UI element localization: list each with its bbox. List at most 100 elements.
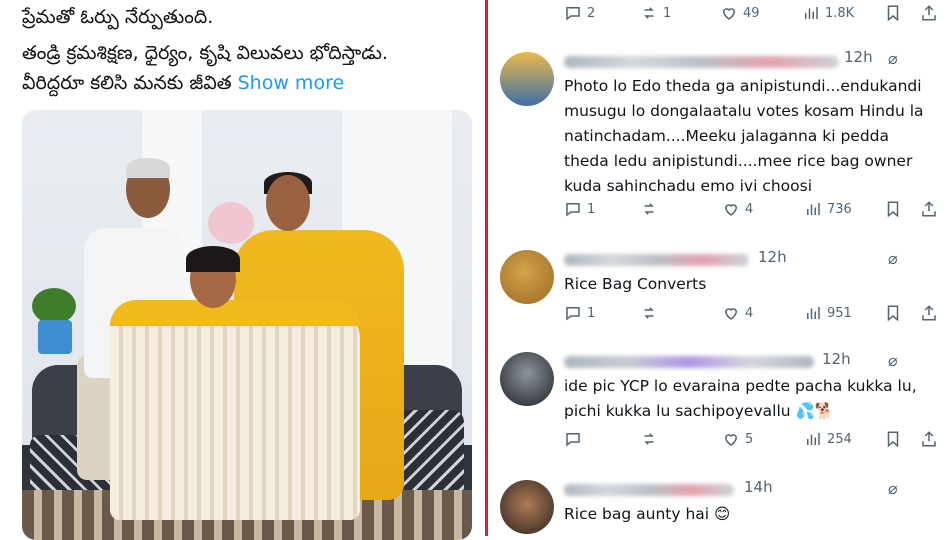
bookmark-button[interactable]: [884, 200, 902, 218]
share-upload-icon: [920, 304, 938, 322]
toy-doll: [208, 202, 254, 244]
grok-slash-circle-icon[interactable]: ⌀: [888, 351, 898, 370]
speech-bubble-icon: [564, 430, 582, 448]
reply-3[interactable]: 12h ⌀ ide pic YCP lo evaraina pedte pach…: [490, 350, 947, 468]
repost-arrows-icon: [640, 4, 658, 22]
views-button[interactable]: 1.8K: [802, 4, 854, 22]
views-button[interactable]: 951: [804, 304, 852, 322]
post-actions: 2 1 49 1.8K: [490, 4, 947, 28]
avatar[interactable]: [500, 250, 554, 304]
speech-bubble-icon: [564, 304, 582, 322]
views-count: 254: [827, 431, 852, 447]
plant-pot: [38, 320, 72, 354]
bookmark-icon: [884, 430, 902, 448]
saree-border: [110, 300, 360, 326]
repost-arrows-icon: [640, 200, 658, 218]
views-count: 736: [827, 201, 852, 217]
speech-bubble-icon: [564, 4, 582, 22]
reply-time: 12h: [758, 248, 787, 266]
post-text-line-3-content: వీరిద్దరూ కలిసి మనకు జీవిత: [22, 72, 232, 94]
heart-icon: [722, 304, 740, 322]
woman-in-striped-saree: [110, 300, 360, 520]
blurred-username: [564, 484, 734, 496]
repost-arrows-icon: [640, 304, 658, 322]
woman-head: [266, 175, 310, 231]
repost-button[interactable]: [640, 430, 658, 448]
grok-slash-circle-icon[interactable]: ⌀: [888, 49, 898, 68]
bar-chart-icon: [804, 430, 822, 448]
share-upload-icon: [920, 4, 938, 22]
man-hair: [126, 158, 170, 178]
original-post: ప్రేమతో ఓర్పు నేర్పుతుంది. తండ్రి క్రమశి…: [0, 0, 484, 540]
avatar[interactable]: [500, 480, 554, 534]
share-upload-icon: [920, 430, 938, 448]
post-text-line-2: తండ్రి క్రమశిక్షణ, ధైర్యం, కృషి విలువలు …: [22, 42, 388, 64]
blurred-username: [564, 56, 839, 68]
heart-icon: [722, 430, 740, 448]
reply-actions: 1 4 736: [490, 200, 947, 224]
grok-slash-circle-icon[interactable]: ⌀: [888, 249, 898, 268]
reply-actions: 5 254: [490, 430, 947, 454]
reply-count: 1: [587, 305, 596, 321]
reply-time: 14h: [744, 478, 773, 496]
like-count: 4: [745, 305, 754, 321]
like-button[interactable]: 49: [720, 4, 760, 22]
red-divider: [485, 0, 488, 536]
reply-count: 1: [587, 201, 596, 217]
reply-button[interactable]: [564, 430, 582, 448]
views-button[interactable]: 254: [804, 430, 852, 448]
woman-hair: [186, 246, 240, 272]
post-text-line-3: వీరిద్దరూ కలిసి మనకు జీవిత Show more: [22, 68, 344, 98]
heart-icon: [722, 200, 740, 218]
blurred-username: [564, 254, 749, 266]
reply-button[interactable]: 1: [564, 200, 595, 218]
speech-bubble-icon: [564, 200, 582, 218]
views-count: 1.8K: [825, 5, 855, 21]
repost-arrows-icon: [640, 430, 658, 448]
repost-button[interactable]: 1: [640, 4, 671, 22]
repost-button[interactable]: [640, 304, 658, 322]
repost-count: 1: [663, 5, 672, 21]
replies-panel: 2 1 49 1.8K 12h ⌀ Photo lo Edo theda ga …: [490, 0, 947, 536]
reply-button[interactable]: 1: [564, 304, 595, 322]
like-count: 5: [745, 431, 754, 447]
reply-text: Photo lo Edo theda ga anipistundi...endu…: [564, 77, 924, 195]
grok-slash-circle-icon[interactable]: ⌀: [888, 479, 898, 498]
share-upload-icon: [920, 200, 938, 218]
bookmark-icon: [884, 200, 902, 218]
reply-text: ide pic YCP lo evaraina pedte pacha kukk…: [564, 377, 917, 420]
like-count: 49: [743, 5, 760, 21]
like-button[interactable]: 4: [722, 200, 753, 218]
blurred-username: [564, 356, 814, 368]
bar-chart-icon: [804, 200, 822, 218]
reply-4[interactable]: 14h ⌀ Rice bag aunty hai 😊: [490, 478, 947, 536]
reply-1[interactable]: 12h ⌀ Photo lo Edo theda ga anipistundi.…: [490, 48, 947, 238]
share-button[interactable]: [920, 4, 938, 22]
bookmark-icon: [884, 304, 902, 322]
reply-time: 12h: [822, 350, 851, 368]
bookmark-button[interactable]: [884, 304, 902, 322]
share-button[interactable]: [920, 430, 938, 448]
bookmark-button[interactable]: [884, 430, 902, 448]
reply-time: 12h: [844, 48, 873, 66]
share-button[interactable]: [920, 304, 938, 322]
repost-button[interactable]: [640, 200, 658, 218]
bookmark-button[interactable]: [884, 4, 902, 22]
like-button[interactable]: 4: [722, 304, 753, 322]
reply-text: Rice bag aunty hai 😊: [564, 505, 731, 523]
views-count: 951: [827, 305, 852, 321]
reply-button[interactable]: 2: [564, 4, 595, 22]
reply-count: 2: [587, 5, 596, 21]
post-photo[interactable]: [22, 110, 472, 540]
avatar[interactable]: [500, 352, 554, 406]
like-count: 4: [745, 201, 754, 217]
share-button[interactable]: [920, 200, 938, 218]
avatar[interactable]: [500, 52, 554, 106]
plant: [32, 288, 76, 324]
like-button[interactable]: 5: [722, 430, 753, 448]
reply-text: Rice Bag Converts: [564, 275, 707, 293]
show-more-link[interactable]: Show more: [238, 72, 345, 94]
views-button[interactable]: 736: [804, 200, 852, 218]
bar-chart-icon: [802, 4, 820, 22]
reply-2[interactable]: 12h ⌀ Rice Bag Converts 1 4 951: [490, 248, 947, 338]
